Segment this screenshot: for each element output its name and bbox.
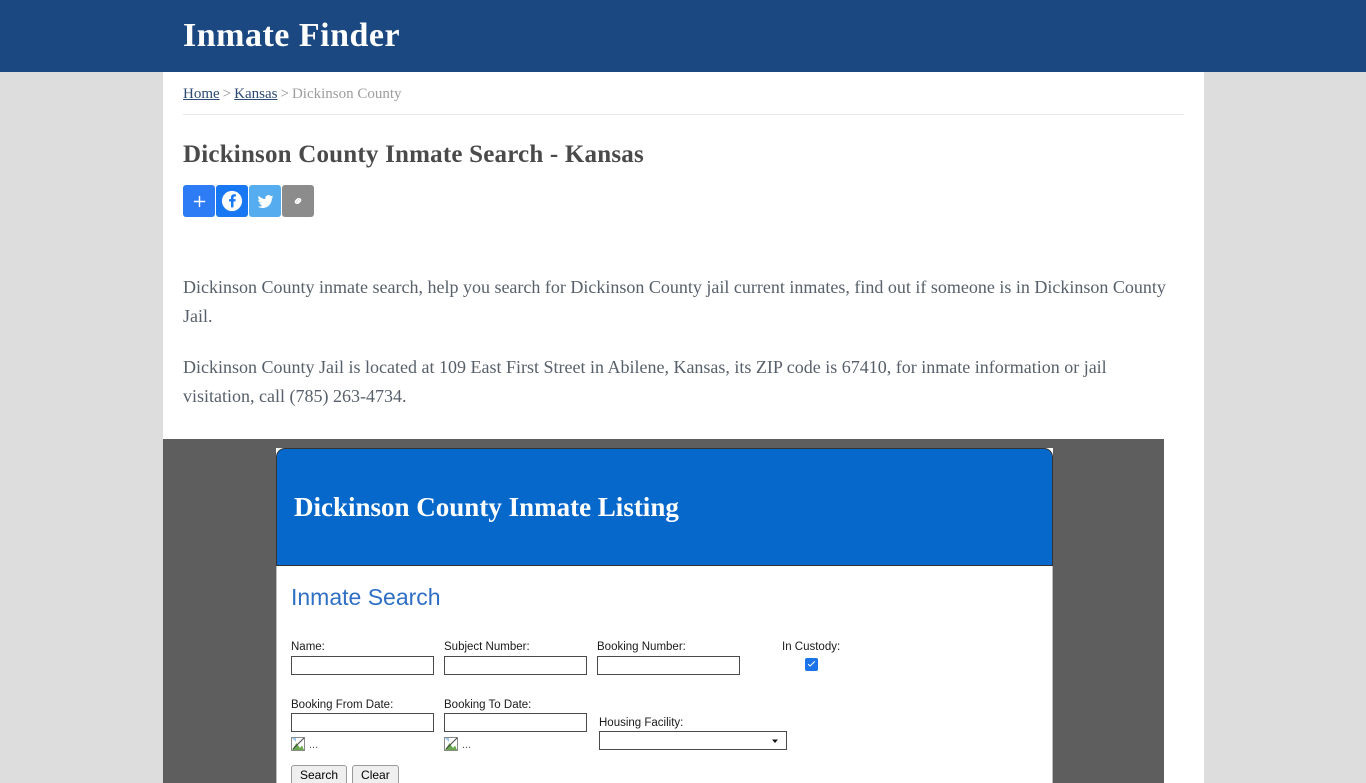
booking-number-label: Booking Number: <box>597 641 686 653</box>
listing-banner-title: Dickinson County Inmate Listing <box>294 491 679 522</box>
name-field-group: Name: <box>291 641 434 675</box>
listing-banner: Dickinson County Inmate Listing <box>276 448 1053 566</box>
breadcrumb-link-home[interactable]: Home <box>183 86 220 102</box>
site-title: Inmate Finder <box>183 17 401 54</box>
broken-image-alt-text: ... <box>462 739 472 751</box>
booking-to-calendar-image[interactable]: ... <box>444 737 597 753</box>
intro-paragraph: Dickinson County inmate search, help you… <box>183 277 1166 326</box>
booking-to-label: Booking To Date: <box>444 699 532 711</box>
plus-icon <box>191 193 208 210</box>
page-title: Dickinson County Inmate Search - Kansas <box>183 141 644 168</box>
site-header: Inmate Finder <box>0 0 1366 72</box>
housing-facility-field-group: Housing Facility: <box>599 695 787 750</box>
breadcrumb-separator-1: > <box>222 86 232 102</box>
booking-number-input[interactable] <box>597 656 740 675</box>
facebook-icon <box>221 190 243 212</box>
booking-from-label: Booking From Date: <box>291 699 394 711</box>
broken-image-icon <box>444 737 460 753</box>
article-body: Dickinson County inmate search, help you… <box>183 217 1184 411</box>
in-custody-checkbox[interactable] <box>804 658 818 671</box>
inmate-listing-panel: Dickinson County Inmate Listing Inmate S… <box>276 448 1053 783</box>
housing-facility-select[interactable] <box>599 731 787 750</box>
search-fields-row-2: Booking From Date: ... Booking To Date: … <box>291 695 1038 753</box>
breadcrumb-current: Dickinson County <box>291 86 402 102</box>
facebook-share-button[interactable] <box>216 185 248 217</box>
in-custody-field-group: In Custody: <box>782 641 840 671</box>
name-input[interactable] <box>291 656 434 675</box>
addthis-share-button[interactable] <box>183 185 215 217</box>
breadcrumb: Home > Kansas > Dickinson County <box>183 72 1184 115</box>
share-button-group <box>183 185 1184 217</box>
booking-number-field-group: Booking Number: <box>597 641 740 675</box>
twitter-icon <box>256 192 275 211</box>
broken-image-icon <box>291 737 307 753</box>
subject-number-input[interactable] <box>444 656 587 675</box>
name-label: Name: <box>291 641 325 653</box>
twitter-share-button[interactable] <box>249 185 281 217</box>
in-custody-label: In Custody: <box>782 641 841 653</box>
chevron-down-icon <box>769 735 781 747</box>
inmate-search-heading: Inmate Search <box>291 584 441 610</box>
booking-to-field-group: Booking To Date: ... <box>444 695 597 753</box>
inmate-listing-frame: Dickinson County Inmate Listing Inmate S… <box>163 439 1164 783</box>
inmate-search-form: Inmate Search Name: Subject Number: Book… <box>276 566 1053 783</box>
search-fields-row-1: Name: Subject Number: Booking Number: In… <box>291 641 1038 675</box>
broken-image-alt-text: ... <box>309 739 319 751</box>
booking-to-input[interactable] <box>444 713 587 732</box>
checkmark-icon <box>806 659 817 670</box>
subject-number-field-group: Subject Number: <box>444 641 587 675</box>
location-paragraph: Dickinson County Jail is located at 109 … <box>183 357 1107 406</box>
booking-from-calendar-image[interactable]: ... <box>291 737 444 753</box>
housing-facility-label: Housing Facility: <box>599 717 684 729</box>
copy-link-button[interactable] <box>282 185 314 217</box>
booking-from-field-group: Booking From Date: ... <box>291 695 444 753</box>
breadcrumb-separator-2: > <box>280 86 289 102</box>
link-icon <box>289 192 307 210</box>
breadcrumb-link-kansas[interactable]: Kansas <box>234 86 277 102</box>
booking-from-input[interactable] <box>291 713 434 732</box>
subject-number-label: Subject Number: <box>444 641 530 653</box>
content-container: Home > Kansas > Dickinson County Dickinson C… <box>163 72 1204 783</box>
